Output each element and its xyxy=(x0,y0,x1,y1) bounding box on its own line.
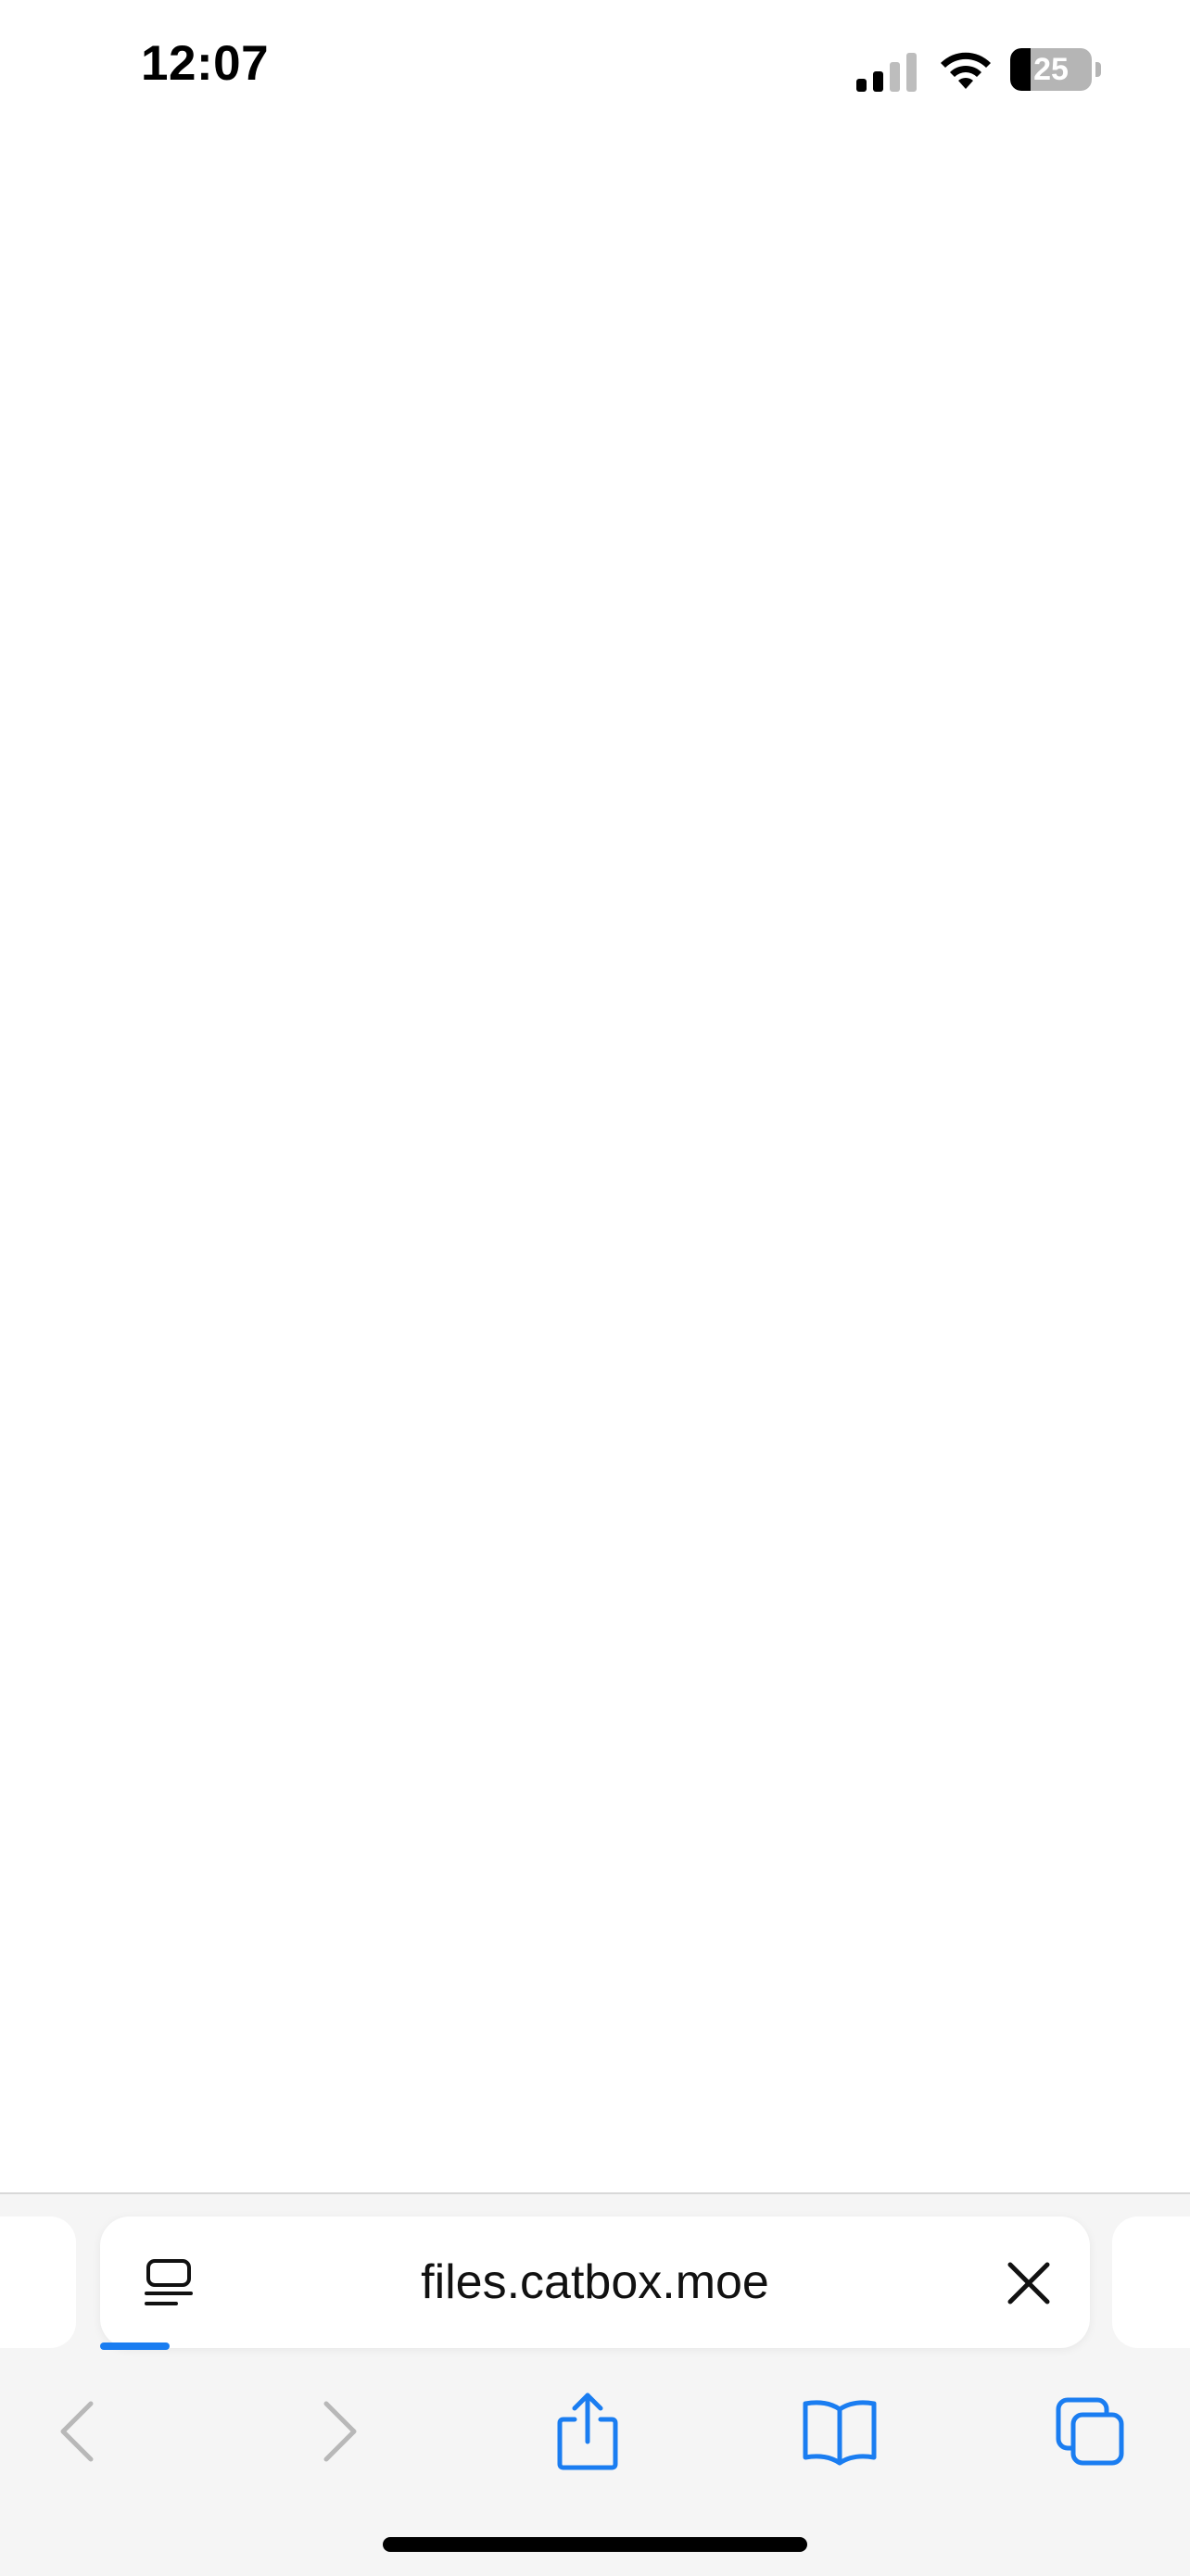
next-tab-peek[interactable] xyxy=(1112,2216,1190,2348)
tabs-icon xyxy=(1056,2397,1124,2466)
chevron-right-icon xyxy=(323,2401,357,2462)
back-button[interactable] xyxy=(22,2367,133,2496)
battery-body: 25 xyxy=(1010,48,1092,91)
status-bar: 12:07 25 xyxy=(0,0,1190,139)
share-icon xyxy=(557,2393,618,2470)
bookmarks-button[interactable] xyxy=(784,2367,895,2496)
battery-tip xyxy=(1095,62,1101,77)
status-time: 12:07 xyxy=(141,36,270,91)
wifi-icon xyxy=(941,52,991,89)
close-icon[interactable] xyxy=(1001,2255,1057,2311)
book-icon xyxy=(803,2400,877,2466)
toolbar-nav-row xyxy=(0,2367,1190,2496)
bottom-toolbar: files.catbox.moe xyxy=(0,2192,1190,2576)
chevron-left-icon xyxy=(60,2401,94,2462)
page-load-progress xyxy=(100,2342,170,2350)
previous-tab-peek[interactable] xyxy=(0,2216,76,2348)
cellular-signal-icon xyxy=(856,53,917,92)
address-bar[interactable]: files.catbox.moe xyxy=(100,2216,1090,2348)
share-button[interactable] xyxy=(532,2367,643,2496)
forward-button[interactable] xyxy=(284,2367,395,2496)
battery-icon: 25 xyxy=(1010,48,1103,91)
web-content[interactable] xyxy=(0,139,1190,2192)
url-text[interactable]: files.catbox.moe xyxy=(100,2216,1090,2348)
battery-level: 25 xyxy=(1033,52,1069,87)
tabs-button[interactable] xyxy=(1034,2367,1146,2496)
home-indicator[interactable] xyxy=(383,2537,807,2552)
